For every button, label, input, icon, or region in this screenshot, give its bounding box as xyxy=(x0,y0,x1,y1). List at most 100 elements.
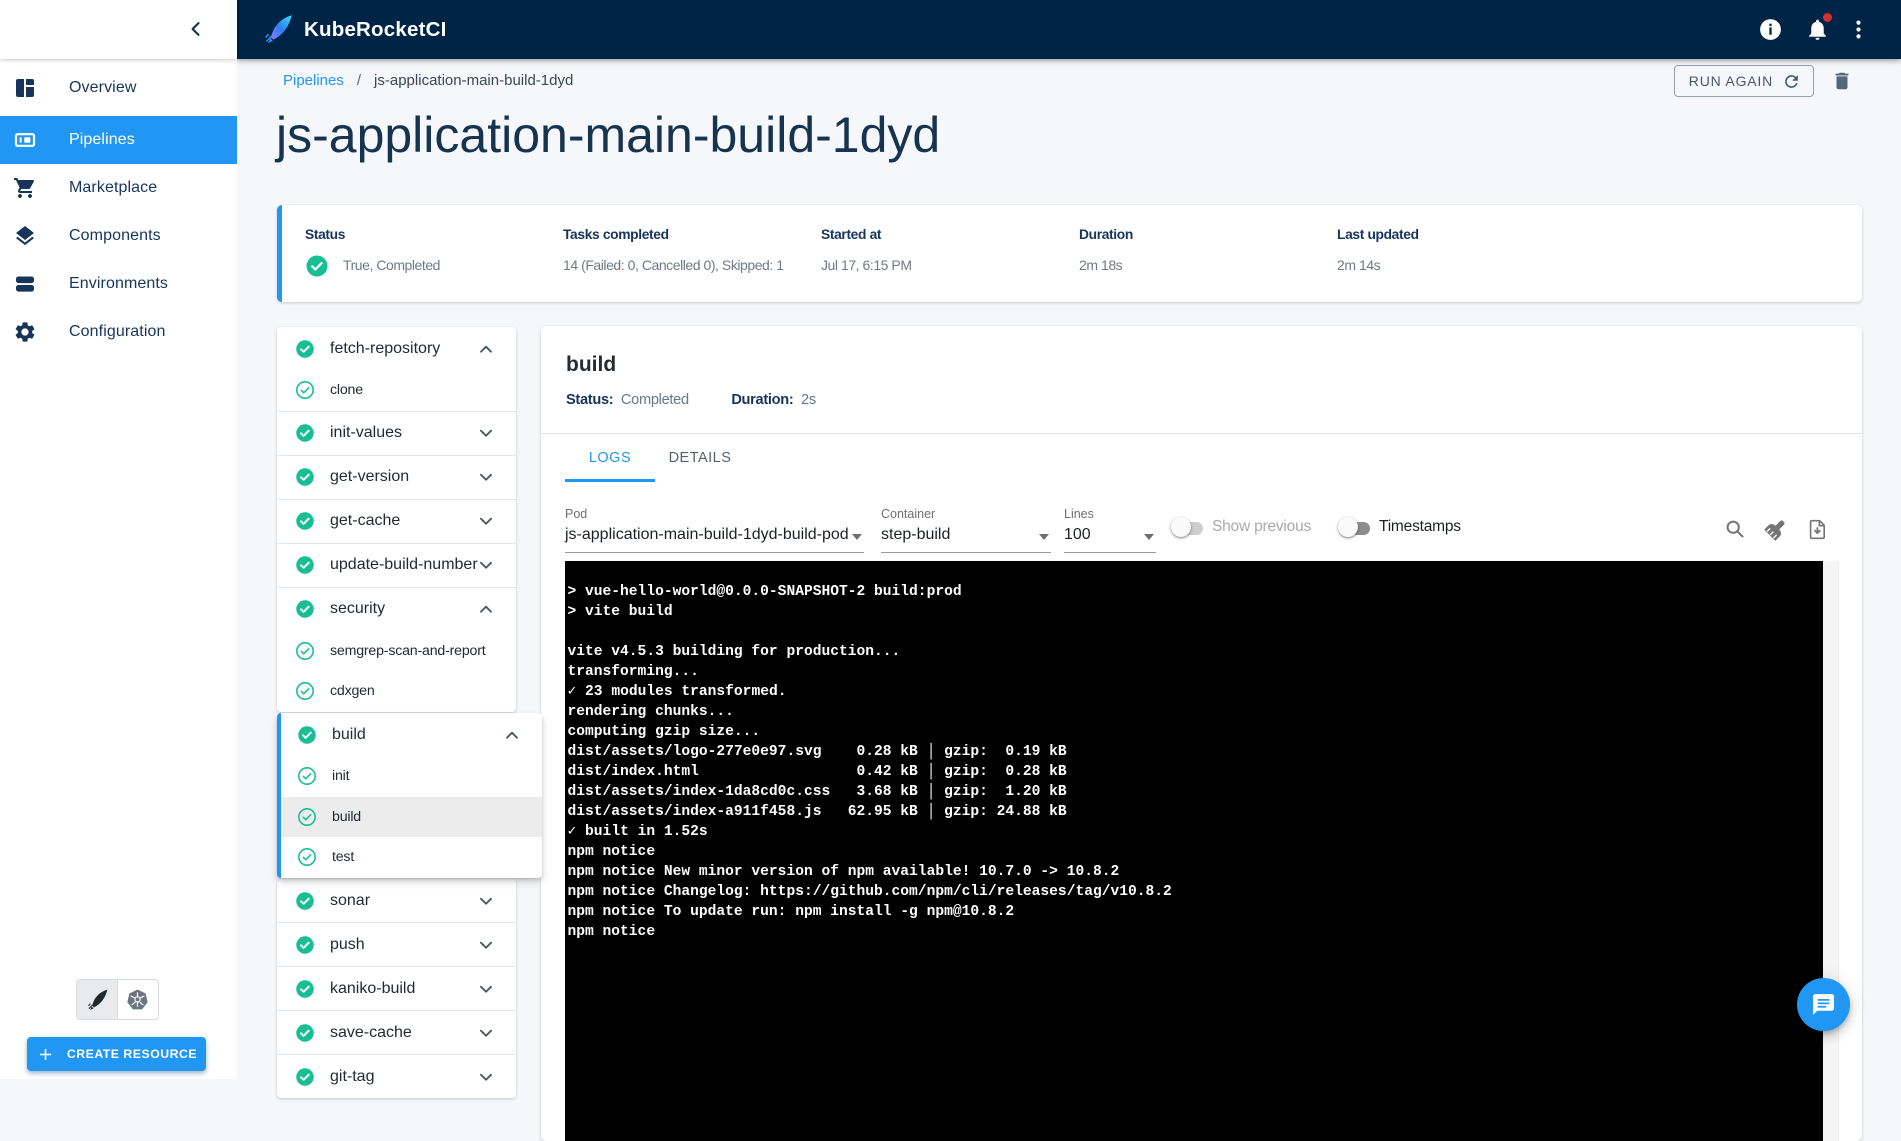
chevron-down-icon[interactable] xyxy=(475,466,497,488)
breadcrumb-pipelines-link[interactable]: Pipelines xyxy=(283,72,344,89)
step-title: build xyxy=(566,353,616,377)
sidebar-item-pipelines[interactable]: Pipelines xyxy=(0,116,237,164)
step-build[interactable]: build xyxy=(281,797,542,838)
summary-value-text: 2m 18s xyxy=(1079,254,1122,276)
log-terminal[interactable]: > vue-hello-world@0.0.0-SNAPSHOT-2 build… xyxy=(565,561,1823,1141)
task-get-cache[interactable]: get-cache xyxy=(277,500,516,543)
duration-label: Duration: xyxy=(731,392,793,408)
task-label: update-build-number xyxy=(330,556,478,574)
status-label: Status: xyxy=(566,392,613,408)
sidebar-item-label: Environments xyxy=(69,275,168,293)
brand[interactable]: KubeRocketCI xyxy=(261,13,447,46)
step-meta: Status: Completed Duration: 2s xyxy=(566,392,816,408)
task-sonar[interactable]: sonar xyxy=(277,879,516,922)
quill-mode-button[interactable] xyxy=(77,980,118,1019)
sidebar: OverviewPipelines Marketplace Components En… xyxy=(0,0,237,1079)
cluster-switcher xyxy=(76,979,159,1020)
terminal-scrollbar[interactable] xyxy=(1823,561,1839,1141)
task-label: build xyxy=(332,726,366,744)
sidebar-item-overview[interactable]: Overview xyxy=(0,64,237,112)
tab-details[interactable]: DETAILS xyxy=(655,434,745,482)
sidebar-item-configuration[interactable]: Configuration xyxy=(0,308,237,356)
summary-value-text: True, Completed xyxy=(343,254,440,276)
timestamps-toggle[interactable]: Timestamps xyxy=(1331,515,1461,539)
step-semgrep-scan-and-report[interactable]: semgrep-scan-and-report xyxy=(277,631,516,672)
toggle-knob xyxy=(1338,517,1358,537)
trash-icon xyxy=(1831,70,1853,92)
check-circle-icon xyxy=(295,423,315,443)
chevron-down-icon[interactable] xyxy=(475,1022,497,1044)
clean-console-button[interactable] xyxy=(1763,516,1789,542)
check-circle-icon xyxy=(305,254,327,276)
step-clone[interactable]: clone xyxy=(277,370,516,411)
sidebar-item-label: Marketplace xyxy=(69,179,157,197)
notification-badge xyxy=(1823,13,1832,22)
chat-fab-button[interactable] xyxy=(1797,978,1850,1031)
chevron-down-icon[interactable] xyxy=(475,978,497,1000)
summary-value: True, Completed xyxy=(305,254,563,276)
task-label: save-cache xyxy=(330,1024,412,1042)
pod-select[interactable]: Pod js-application-main-build-1dyd-build… xyxy=(565,507,864,553)
download-log-button[interactable] xyxy=(1804,516,1830,542)
check-circle-icon xyxy=(295,339,315,359)
chevron-up-icon[interactable] xyxy=(501,724,523,746)
task-git-tag[interactable]: git-tag xyxy=(277,1055,516,1098)
show-previous-toggle[interactable]: Show previous xyxy=(1164,515,1311,539)
task-kaniko-build[interactable]: kaniko-build xyxy=(277,967,516,1010)
create-resource-button[interactable]: CREATE RESOURCE xyxy=(27,1037,206,1071)
timestamps-label: Timestamps xyxy=(1379,518,1461,536)
tab-logs[interactable]: LOGS xyxy=(565,434,655,482)
toggle-knob xyxy=(1171,517,1191,537)
step-test[interactable]: test xyxy=(281,837,542,878)
step-label: init xyxy=(332,768,349,784)
tabs: LOGSDETAILS xyxy=(565,434,745,482)
pod-select-value-text: js-application-main-build-1dyd-build-pod xyxy=(565,526,849,543)
pipeline-summary-card: StatusTrue, CompletedTasks completed14 (… xyxy=(277,205,1862,302)
sidebar-item-marketplace[interactable]: Marketplace xyxy=(0,164,237,212)
task-label: fetch-repository xyxy=(330,340,440,358)
summary-value: 2m 14s xyxy=(1337,254,1595,276)
breadcrumb-separator: / xyxy=(357,72,361,89)
task-label: git-tag xyxy=(330,1068,374,1086)
search-logs-button[interactable] xyxy=(1722,516,1748,542)
delete-pipeline-button[interactable] xyxy=(1829,68,1855,94)
chevron-down-icon[interactable] xyxy=(475,1066,497,1088)
task-security[interactable]: security xyxy=(277,588,516,631)
sidebar-item-components[interactable]: Components xyxy=(0,212,237,260)
info-button[interactable] xyxy=(1757,17,1783,43)
sidebar-item-environments[interactable]: Environments xyxy=(0,260,237,308)
task-label: get-cache xyxy=(330,512,400,530)
more-menu-button[interactable] xyxy=(1845,17,1871,43)
task-label: get-version xyxy=(330,468,409,486)
refresh-icon xyxy=(1782,72,1801,91)
chevron-down-icon[interactable] xyxy=(475,422,497,444)
task-build[interactable]: build xyxy=(281,713,542,756)
pod-select-value: js-application-main-build-1dyd-build-pod xyxy=(565,526,864,553)
summary-started-at: Started atJul 17, 6:15 PM xyxy=(821,227,1079,302)
chevron-up-icon[interactable] xyxy=(475,338,497,360)
info-icon xyxy=(1758,17,1783,42)
sidebar-collapse-button[interactable] xyxy=(181,14,211,44)
chevron-down-icon[interactable] xyxy=(475,554,497,576)
summary-duration: Duration2m 18s xyxy=(1079,227,1337,302)
chevron-down-icon[interactable] xyxy=(475,934,497,956)
task-save-cache[interactable]: save-cache xyxy=(277,1011,516,1054)
lines-select[interactable]: Lines 100 xyxy=(1064,507,1156,553)
task-push[interactable]: push xyxy=(277,923,516,966)
chevron-up-icon[interactable] xyxy=(475,598,497,620)
container-select[interactable]: Container step-build xyxy=(881,507,1051,553)
task-get-version[interactable]: get-version xyxy=(277,456,516,499)
chevron-down-icon[interactable] xyxy=(475,890,497,912)
task-fetch-repository[interactable]: fetch-repository xyxy=(277,327,516,370)
brand-title: KubeRocketCI xyxy=(304,18,447,42)
task-update-build-number[interactable]: update-build-number xyxy=(277,544,516,587)
kubernetes-mode-button[interactable] xyxy=(118,980,159,1019)
step-cdxgen[interactable]: cdxgen xyxy=(277,671,516,712)
run-again-button[interactable]: RUN AGAIN xyxy=(1674,65,1814,97)
chevron-down-icon[interactable] xyxy=(475,510,497,532)
step-init[interactable]: init xyxy=(281,756,542,797)
notifications-button[interactable] xyxy=(1804,17,1830,43)
layers-icon xyxy=(13,224,37,248)
summary-value: 14 (Failed: 0, Cancelled 0), Skipped: 1 xyxy=(563,254,821,276)
task-init-values[interactable]: init-values xyxy=(277,412,516,455)
